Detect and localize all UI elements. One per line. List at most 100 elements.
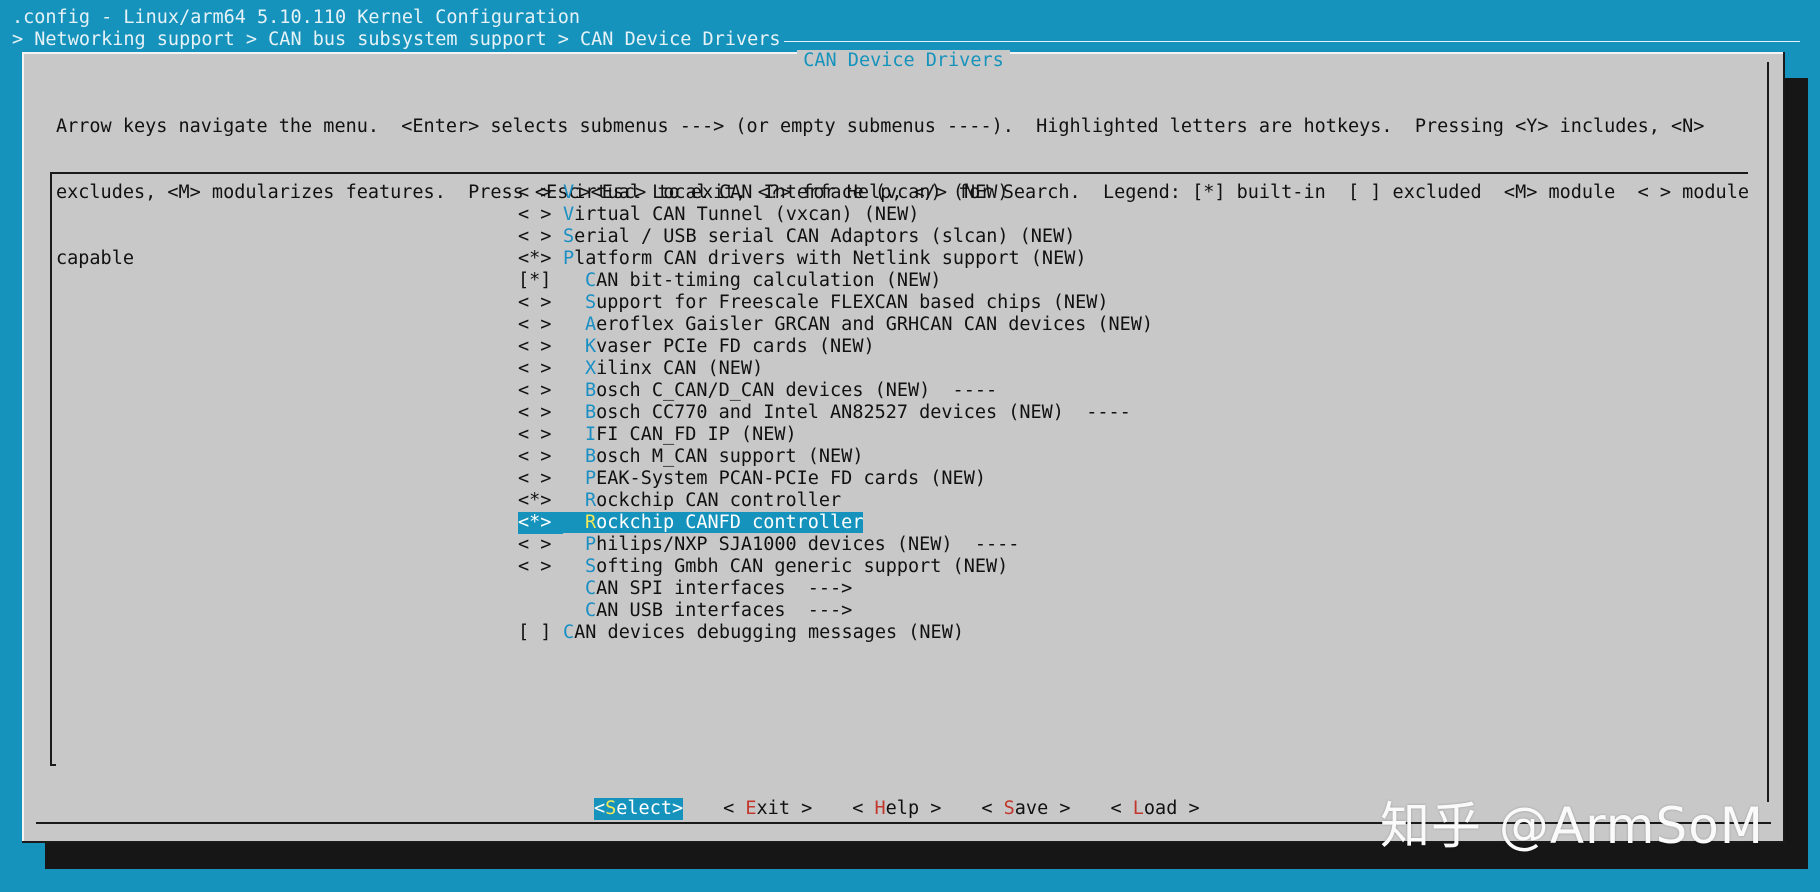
dialog-title-bar: CAN Device Drivers (22, 50, 1785, 72)
button-part: < (594, 798, 606, 819)
menu-item[interactable]: < > IFI CAN_FD IP (NEW) (518, 424, 1153, 446)
menu-item-state: < > (518, 534, 552, 555)
menu-item-hotkey: S (585, 556, 597, 577)
menu-item[interactable]: < > Xilinx CAN (NEW) (518, 358, 1153, 380)
menu-item-hotkey: A (585, 314, 597, 335)
menu-item-text: ockchip CAN controller (596, 490, 842, 511)
menu-item-label: IFI CAN_FD IP (NEW) (563, 424, 797, 445)
watermark: 知乎 @ArmSoM (1380, 797, 1764, 855)
menu-item-text: upport for Freescale FLEXCAN based chips… (596, 292, 1109, 313)
menu-item-text: erial / USB serial CAN Adaptors (slcan) … (574, 226, 1076, 247)
menu-item-hotkey: S (563, 226, 575, 247)
button-save[interactable]: < Save > (981, 798, 1070, 820)
menu-item[interactable]: < > Aeroflex Gaisler GRCAN and GRHCAN CAN… (518, 314, 1153, 336)
menu-item[interactable]: < > Bosch C_CAN/D_CAN devices (NEW) ---- (518, 380, 1153, 402)
button-part: > (919, 798, 942, 819)
menu-item-text: AN devices debugging messages (NEW) (574, 622, 964, 643)
menu-item[interactable]: [*] CAN bit-timing calculation (NEW) (518, 270, 1153, 292)
menu-item-label: Softing Gmbh CAN generic support (NEW) (563, 556, 1008, 577)
menu-item-state: < > (518, 226, 552, 247)
menu-item-label: Serial / USB serial CAN Adaptors (slcan)… (563, 226, 1075, 247)
menu-item-state: < > (518, 446, 552, 467)
menu-item-state (518, 600, 563, 622)
menu-item-hotkey: C (585, 600, 597, 621)
menu-item-label: Platform CAN drivers with Netlink suppor… (563, 248, 1087, 269)
menu-item[interactable]: <*> Rockchip CANFD controller (518, 512, 1153, 534)
menu-item[interactable]: <*> Rockchip CAN controller (518, 490, 1153, 512)
menu-item[interactable]: [ ] CAN devices debugging messages (NEW) (518, 622, 1153, 644)
menu-item-text: ofting Gmbh CAN generic support (NEW) (596, 556, 1009, 577)
menu-item-label: CAN bit-timing calculation (NEW) (563, 270, 941, 291)
button-part: < (1110, 798, 1133, 819)
menu-item-label: CAN devices debugging messages (NEW) (563, 622, 964, 643)
button-help[interactable]: < Help > (852, 798, 941, 820)
menu-item-state: < > (518, 556, 552, 577)
menu-item-label: Xilinx CAN (NEW) (563, 358, 763, 379)
menu-item-hotkey: B (585, 402, 597, 423)
button-part: oad (1143, 798, 1178, 819)
menu-item-label: Rockchip CAN controller (563, 490, 841, 511)
menu-item-text: hilips/NXP SJA1000 devices (NEW) ---- (596, 534, 1020, 555)
menu-item[interactable]: < > Philips/NXP SJA1000 devices (NEW) ---… (518, 534, 1153, 556)
button-part: ave (1014, 798, 1049, 819)
menu-item-hotkey: V (563, 182, 575, 203)
menu-item-text: osch M_CAN support (NEW) (596, 446, 864, 467)
button-part: H (874, 798, 886, 819)
breadcrumb: > Networking support > CAN bus subsystem… (12, 29, 781, 50)
menu-item[interactable]: < > Virtual Local CAN Interface (vcan) (N… (518, 182, 1153, 204)
menu-item-hotkey: P (585, 468, 597, 489)
menu-item-state: < > (518, 336, 552, 357)
menu-item-text: AN SPI interfaces ---> (596, 578, 853, 599)
menu-item[interactable]: < > PEAK-System PCAN-PCIe FD cards (NEW) (518, 468, 1153, 490)
menu-item-text: AN USB interfaces ---> (596, 600, 853, 621)
dialog-title: CAN Device Drivers (797, 50, 1010, 71)
button-load[interactable]: < Load > (1111, 798, 1200, 820)
button-part: > (1177, 798, 1200, 819)
button-bar: <Select> < Exit > < Help > < Save > < Load > (594, 798, 1240, 820)
menu-item-state: < > (518, 380, 552, 401)
menu-item-state: < > (518, 402, 552, 423)
menu-item[interactable]: < > Bosch CC770 and Intel AN82527 devices… (518, 402, 1153, 424)
menu-item[interactable]: CAN SPI interfaces ---> (518, 578, 1153, 600)
menu-item-state: <*> (518, 512, 563, 534)
menu-item[interactable]: < > Virtual CAN Tunnel (vxcan) (NEW) (518, 204, 1153, 226)
menu-item-state: < > (518, 204, 552, 225)
menu-item[interactable]: CAN USB interfaces ---> (518, 600, 1153, 622)
menu-item-text: eroflex Gaisler GRCAN and GRHCAN CAN dev… (596, 314, 1154, 335)
menu-item[interactable]: <*> Platform CAN drivers with Netlink sup… (518, 248, 1153, 270)
menu-item-hotkey: S (585, 292, 597, 313)
button-select[interactable]: <Select> (594, 798, 684, 820)
menu-box-border-top (50, 172, 1748, 174)
menu-item-text: ockchip CANFD controller (596, 512, 864, 533)
menu-item-hotkey: P (585, 534, 597, 555)
menu-item[interactable]: < > Kvaser PCIe FD cards (NEW) (518, 336, 1153, 358)
menu-item-label: Bosch M_CAN support (NEW) (563, 446, 863, 467)
menu-item-state: <*> (518, 490, 552, 511)
dialog-border-left (22, 52, 24, 843)
menu-item-text: FI CAN_FD IP (NEW) (596, 424, 797, 445)
menu-item-text: osch C_CAN/D_CAN devices (NEW) ---- (596, 380, 998, 401)
menu-item[interactable]: < > Softing Gmbh CAN generic support (NEW… (518, 556, 1153, 578)
menu-item-label: CAN SPI interfaces ---> (563, 578, 852, 599)
button-part: < (723, 798, 746, 819)
button-part: > (789, 798, 813, 819)
menu-item-state: [*] (518, 270, 552, 291)
button-part: S (1003, 798, 1015, 819)
menu-item-hotkey: X (585, 358, 597, 379)
menu-item[interactable]: < > Support for Freescale FLEXCAN based c… (518, 292, 1153, 314)
menu-item-hotkey: R (585, 490, 597, 511)
breadcrumb-rule (784, 41, 1800, 42)
menu-item-state: < > (518, 424, 552, 445)
menu-item-hotkey: C (585, 578, 597, 599)
menu-item[interactable]: < > Bosch M_CAN support (NEW) (518, 446, 1153, 468)
button-part: L (1132, 798, 1144, 819)
menu-item-text: irtual CAN Tunnel (vxcan) (NEW) (574, 204, 920, 225)
menu-item-label: Support for Freescale FLEXCAN based chip… (563, 292, 1109, 313)
button-exit[interactable]: < Exit > (723, 798, 812, 820)
menu-item[interactable]: < > Serial / USB serial CAN Adaptors (slc… (518, 226, 1153, 248)
menu-box-corner (50, 764, 56, 766)
button-part: > (671, 798, 684, 819)
menu-item-state: < > (518, 468, 552, 489)
menu-item-state: < > (518, 182, 552, 203)
button-part: < (852, 798, 875, 819)
